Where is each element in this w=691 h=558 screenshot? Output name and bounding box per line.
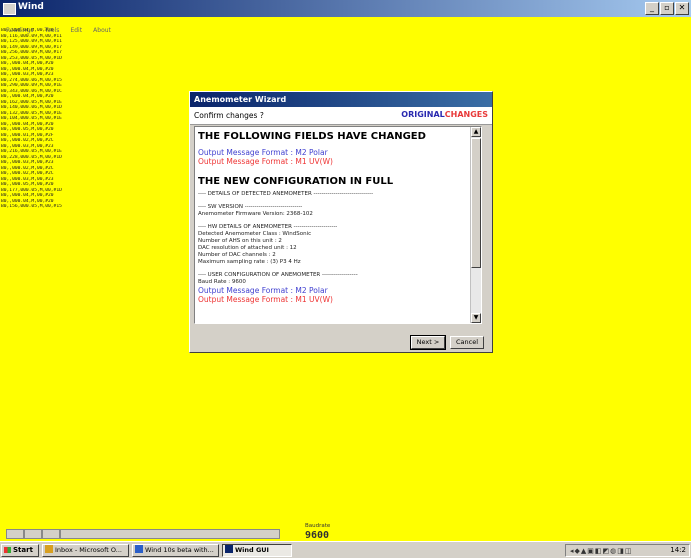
- changed-new-value: Output Message Format : M2 Polar: [198, 148, 328, 157]
- system-tray: ◂◆▲▣◧◩◍◨◫ 14:2: [565, 544, 690, 557]
- hw-header: ---- HW DETAILS OF ANEMOMETER ----------…: [198, 224, 338, 230]
- windows-flag-icon: [4, 547, 11, 553]
- baud-label: Baudrate: [305, 523, 331, 529]
- task-label: Wind GUI: [235, 546, 269, 554]
- task-wind-gui[interactable]: Wind GUI: [222, 544, 292, 557]
- baud-value: 9600: [305, 530, 330, 541]
- legend-changes: CHANGES: [444, 110, 488, 119]
- scroll-thumb[interactable]: [471, 138, 481, 268]
- status-panel: [6, 529, 24, 539]
- hw-line: DAC resolution of attached unit : 12: [198, 245, 297, 251]
- next-button[interactable]: Next >: [410, 335, 446, 350]
- scroll-up-icon[interactable]: ▲: [471, 127, 481, 137]
- changes-text-area[interactable]: THE FOLLOWING FIELDS HAVE CHANGED Output…: [194, 126, 482, 324]
- sw-header: ---- SW VERSION ------------------------…: [198, 204, 303, 210]
- confirm-prompt: Confirm changes ?: [194, 111, 264, 120]
- wind-app-icon: [225, 545, 233, 553]
- hw-line: Maximum sampling rate : (3) P3 4 Hz: [198, 259, 301, 265]
- cancel-button[interactable]: Cancel: [450, 336, 484, 349]
- close-button[interactable]: ✕: [675, 2, 689, 15]
- window-controls: _ ▫ ✕: [645, 2, 689, 15]
- user-config-header: ---- USER CONFIGURATION OF ANEMOMETER --…: [198, 272, 358, 278]
- task-inbox[interactable]: Inbox - Microsoft O...: [42, 544, 129, 557]
- user-new-value: Output Message Format : M2 Polar: [198, 286, 328, 295]
- dialog-title: Anemometer Wizard: [190, 92, 492, 107]
- legend: ORIGINALCHANGES: [401, 110, 488, 119]
- app-icon: [3, 3, 16, 15]
- changes-content: THE FOLLOWING FIELDS HAVE CHANGED Output…: [198, 127, 474, 304]
- clock: 14:2: [670, 546, 686, 554]
- maximize-button[interactable]: ▫: [660, 2, 674, 15]
- user-old-value: Output Message Format : M1 UV(W): [198, 295, 333, 304]
- heading-full-config: THE NEW CONFIGURATION IN FULL: [198, 176, 394, 187]
- taskbar: Start Inbox - Microsoft O... Wind 10s be…: [0, 541, 691, 558]
- minimize-button[interactable]: _: [645, 2, 659, 15]
- word-icon: [135, 545, 143, 553]
- start-label: Start: [13, 546, 33, 554]
- sw-firmware: Anemometer Firmware Version: 2368-102: [198, 211, 313, 217]
- dialog-header: Confirm changes ? ORIGINALCHANGES: [190, 107, 492, 125]
- vertical-scrollbar[interactable]: ▲ ▼: [470, 127, 481, 323]
- window-title: Wind: [18, 2, 44, 12]
- hw-line: Number of DAC channels : 2: [198, 252, 276, 258]
- status-bar: Baudrate 9600: [0, 521, 691, 541]
- task-label: Wind 10s beta with...: [145, 546, 214, 554]
- anemometer-wizard-dialog: Anemometer Wizard Confirm changes ? ORIG…: [189, 91, 493, 353]
- log-line: B0,156,000.05,M,00,#15: [1, 204, 62, 209]
- status-panel: [42, 529, 60, 539]
- hw-line: Detected Anemometer Class : WindSonic: [198, 231, 312, 237]
- menu-bar: Readings Tools Edit About: [0, 17, 691, 34]
- legend-original: ORIGINAL: [401, 110, 445, 119]
- status-panel: [24, 529, 42, 539]
- heading-changed: THE FOLLOWING FIELDS HAVE CHANGED: [198, 131, 426, 142]
- task-label: Inbox - Microsoft O...: [55, 546, 122, 554]
- status-panel: [60, 529, 280, 539]
- details-header: ---- DETAILS OF DETECTED ANEMOMETER ----…: [198, 191, 374, 197]
- scroll-down-icon[interactable]: ▼: [471, 313, 481, 323]
- start-button[interactable]: Start: [1, 544, 39, 557]
- task-wind-beta[interactable]: Wind 10s beta with...: [132, 544, 219, 557]
- changed-old-value: Output Message Format : M1 UV(W): [198, 157, 333, 166]
- baud-rate-line: Baud Rate : 9600: [198, 279, 246, 285]
- data-log: B0,,000.04,M,00,#20 B0,116,000.09,M,00,#1…: [1, 28, 121, 210]
- tray-icons[interactable]: ◂◆▲▣◧◩◍◨◫: [570, 547, 632, 555]
- main-title-bar: Wind _ ▫ ✕: [0, 0, 691, 17]
- outlook-icon: [45, 545, 53, 553]
- hw-line: Number of AHS on this unit : 2: [198, 238, 282, 244]
